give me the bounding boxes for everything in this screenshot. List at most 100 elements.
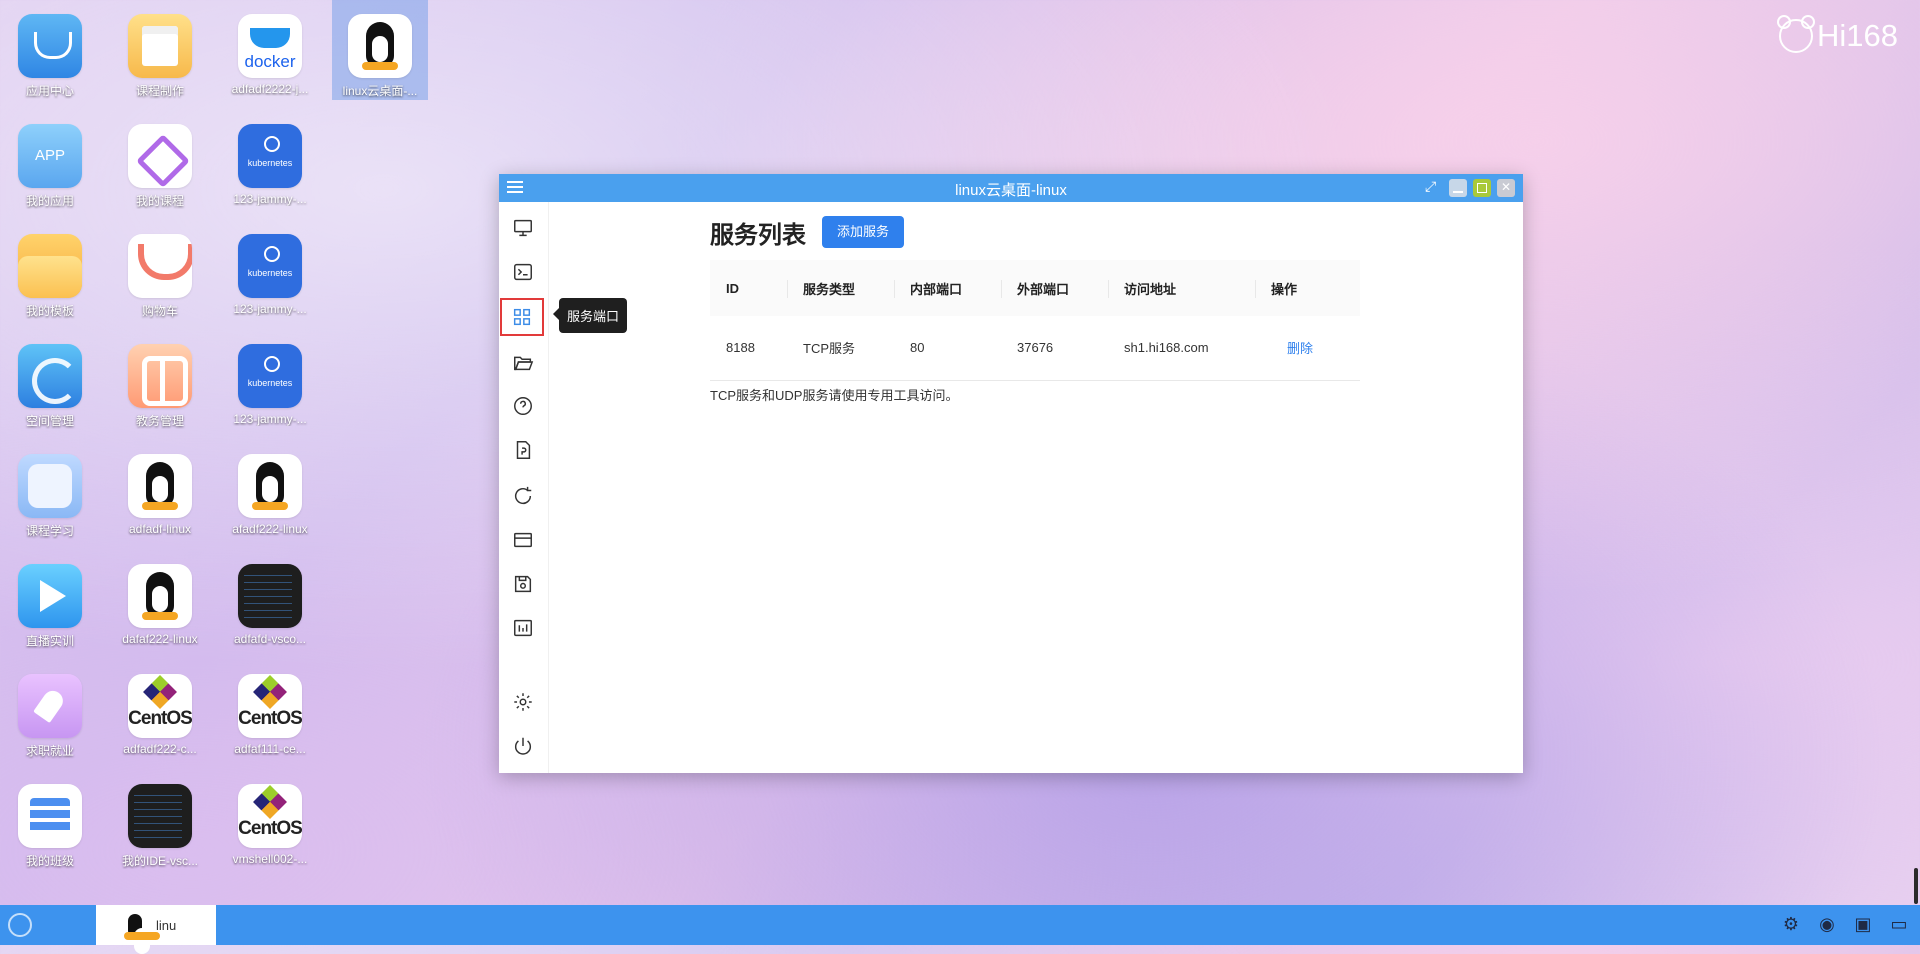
table-row: 8188 TCP服务 80 37676 sh1.hi168.com 删除 [710, 316, 1360, 380]
sidebar-save[interactable] [505, 566, 541, 602]
app-icon: APP [18, 124, 82, 188]
desktop-icon[interactable]: 我的课程 [112, 110, 208, 210]
gear-icon [514, 693, 532, 711]
cell-external-port: 37676 [1017, 340, 1054, 356]
fullscreen-button[interactable] [1423, 178, 1441, 197]
sidebar-files[interactable] [505, 344, 541, 380]
k8s-icon: kubernetes [238, 234, 302, 298]
desktop-icon-label: adfaf111-ce... [234, 742, 306, 756]
desktop-icon[interactable]: kubernetes 123-jammy-... [222, 220, 318, 320]
desktop-icon[interactable]: adfadf-linux [112, 440, 208, 540]
sidebar-power[interactable] [505, 728, 541, 764]
desktop-icon[interactable]: CentOS adfaf111-ce... [222, 660, 318, 760]
add-service-button[interactable]: 添加服务 [822, 216, 905, 248]
sidebar-help[interactable] [505, 388, 541, 424]
bear-logo-icon [1777, 15, 1815, 53]
desktop-icon[interactable]: 直播实训 [2, 550, 98, 650]
wechat-icon[interactable]: ◉ [1816, 915, 1838, 935]
centos-text: CentOS [238, 708, 302, 729]
maximize-button[interactable] [1473, 179, 1491, 197]
cell-address: sh1.hi168.com [1124, 340, 1209, 356]
desktop-icon-label: 123-jammy-... [233, 412, 307, 426]
course-icon [128, 14, 192, 78]
column-header: 访问地址 [1108, 260, 1255, 316]
desktop-icon-label: afadf222-linux [232, 522, 308, 536]
card-icon [514, 532, 532, 548]
column-header: 外部端口 [1001, 260, 1108, 316]
centos-icon: CentOS [238, 674, 302, 738]
desktop-icon[interactable]: 求职就业 [2, 660, 98, 760]
desktop-icon-label: dafaf222-linux [122, 632, 198, 646]
window-titlebar[interactable]: linux云桌面-linux [499, 174, 1523, 202]
desktop-icon[interactable]: CentOS vmshell002-... [222, 770, 318, 870]
taskbar-item-linux[interactable]: linu [96, 905, 216, 954]
desktop-icon-label: 我的班级 [25, 854, 74, 868]
gear-icon[interactable]: ⚙ [1780, 915, 1802, 935]
linux-icon [128, 564, 192, 628]
desktop-icon[interactable]: 课程制作 [112, 0, 208, 100]
desktop-icon[interactable]: adfafd-vsco... [222, 550, 318, 650]
desktop-icon[interactable]: docker adfadf2222-j... [222, 0, 318, 100]
cell-type: TCP服务 [803, 341, 856, 357]
cell-internal-port: 80 [910, 340, 925, 356]
sidebar-service-ports[interactable] [500, 298, 544, 336]
start-icon[interactable] [8, 913, 32, 937]
power-icon [514, 737, 532, 755]
scrollbar[interactable] [1914, 868, 1918, 904]
desktop-icon[interactable]: 空间管理 [2, 330, 98, 430]
desktop-icon[interactable]: 教务管理 [112, 330, 208, 430]
desktop-icon[interactable]: 应用中心 [2, 0, 98, 100]
app-window: linux云桌面-linux ⤢ ✕ 服务列表 添加服务 ID 服务类型 内部端… [499, 174, 1523, 773]
service-table: ID 服务类型 内部端口 外部端口 访问地址 操作 8188 TCP服务 80 … [710, 260, 1360, 381]
centos-text: CentOS [238, 818, 302, 839]
delete-link[interactable]: 删除 [1255, 316, 1360, 380]
brand-logo: Hi168 [1777, 15, 1898, 54]
desktop-icon-label: 我的模板 [25, 304, 74, 318]
sidebar-refresh[interactable] [505, 478, 541, 514]
sidebar-document[interactable] [505, 432, 541, 468]
close-button[interactable] [1497, 179, 1515, 197]
display-icon[interactable]: ▭ [1888, 915, 1910, 935]
docker-icon: docker [238, 14, 302, 78]
desktop-icon-label: 教务管理 [135, 414, 184, 428]
document-icon [516, 441, 531, 459]
k8s-text: kubernetes [247, 268, 293, 278]
desktop-icon-label: vmshell002-... [232, 852, 308, 866]
tux-icon [124, 914, 160, 954]
desktop-icon[interactable]: 购物车 [112, 220, 208, 320]
job-icon [18, 674, 82, 738]
sidebar-settings[interactable] [505, 684, 541, 720]
desktop-icon-label: adfafd-vsco... [233, 632, 307, 646]
desktop-icon-label: 直播实训 [25, 634, 74, 648]
desktop-icon-label: linux云桌面-... [342, 84, 418, 98]
desktop-icon[interactable]: dafaf222-linux [112, 550, 208, 650]
minimize-button[interactable] [1449, 179, 1467, 197]
desktop-icon[interactable]: 我的班级 [2, 770, 98, 870]
k8s-text: kubernetes [247, 378, 293, 388]
sidebar-stats[interactable] [505, 610, 541, 646]
desktop-icon[interactable]: linux云桌面-... [332, 0, 428, 100]
linux-icon [238, 454, 302, 518]
desktop-icon-label: 我的课程 [135, 194, 184, 208]
cell-id: 8188 [726, 340, 755, 356]
desktop-icon[interactable]: 我的模板 [2, 220, 98, 320]
desktop-icon-label: 空间管理 [25, 414, 74, 428]
message-icon[interactable]: ▣ [1852, 915, 1874, 935]
sidebar-desktop[interactable] [505, 210, 541, 246]
column-header: 服务类型 [787, 260, 894, 316]
desktop-icon[interactable]: kubernetes 123-jammy-... [222, 330, 318, 430]
sidebar-card[interactable] [505, 522, 541, 558]
sidebar-terminal[interactable] [505, 254, 541, 290]
desktop-icon[interactable]: 我的IDE-vsc... [112, 770, 208, 870]
monitor-icon [514, 219, 532, 237]
service-list-panel: 服务列表 添加服务 ID 服务类型 内部端口 外部端口 访问地址 操作 8188… [710, 212, 1360, 404]
desktop-icon-label: 购物车 [141, 304, 178, 318]
desktop-icon-label: 123-jammy-... [233, 192, 307, 206]
live-icon [18, 564, 82, 628]
desktop-icon[interactable]: 课程学习 [2, 440, 98, 540]
brand-text: Hi168 [1817, 18, 1898, 53]
desktop-icon[interactable]: afadf222-linux [222, 440, 318, 540]
desktop-icon[interactable]: APP 我的应用 [2, 110, 98, 210]
desktop-icon[interactable]: kubernetes 123-jammy-... [222, 110, 318, 210]
desktop-icon[interactable]: CentOS adfadf222-c... [112, 660, 208, 760]
